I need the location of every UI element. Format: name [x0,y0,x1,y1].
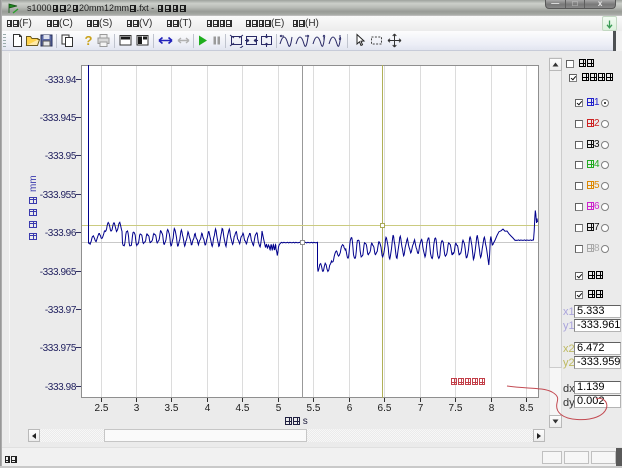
svg-text:?: ? [85,33,93,48]
